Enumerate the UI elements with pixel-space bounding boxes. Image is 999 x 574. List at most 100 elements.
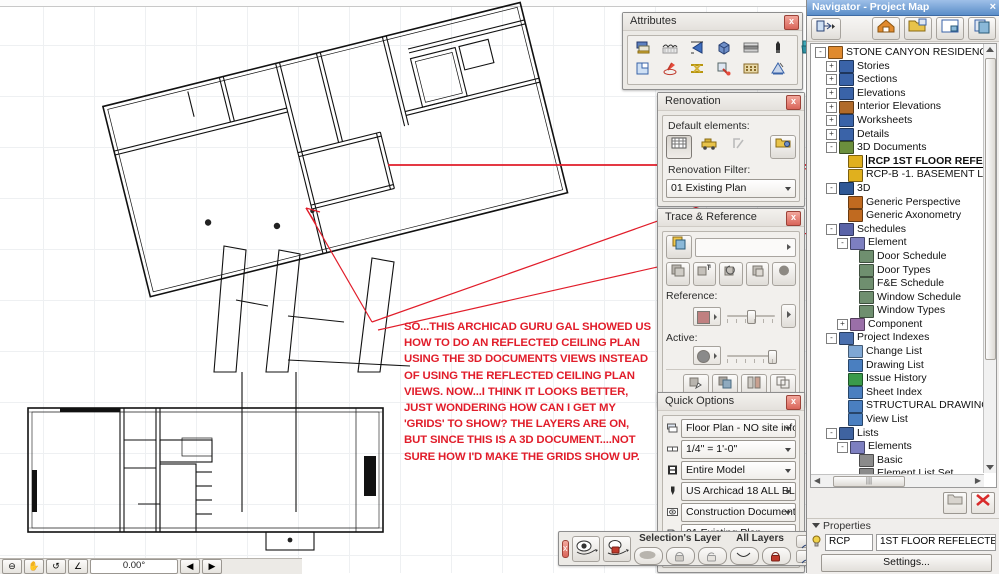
reference-more-button[interactable] [781, 304, 796, 328]
measure-icon[interactable]: ∠ [68, 559, 88, 574]
reference-field[interactable] [695, 237, 796, 257]
scroll-left-icon[interactable]: ◀ [814, 476, 820, 485]
tree-item-stone-canyon-residence[interactable]: - STONE CANYON RESIDENCE [811, 46, 983, 60]
tree-item-schedules[interactable]: - Schedules [811, 223, 983, 237]
close-icon[interactable]: x [786, 395, 801, 410]
tree-item-structural-drawing-i[interactable]: STRUCTURAL DRAWING I [811, 399, 983, 413]
pan-icon[interactable]: ✋ [24, 559, 44, 574]
composites-icon[interactable] [739, 39, 763, 61]
expand-icon[interactable]: + [826, 128, 837, 140]
tree-item-elements[interactable]: - Elements [811, 440, 983, 454]
settings-button[interactable]: Settings... [821, 554, 992, 572]
expand-icon[interactable]: + [826, 88, 837, 100]
pen-sets-icon[interactable] [685, 39, 709, 61]
scroll-thumb-horizontal[interactable]: ||| [833, 476, 905, 487]
close-icon[interactable]: x [786, 95, 801, 110]
mep-systems-icon[interactable] [685, 60, 709, 82]
expand-icon[interactable]: + [837, 319, 848, 331]
tree-item-sections[interactable]: + Sections [811, 73, 983, 87]
zone-categories-icon[interactable] [658, 60, 682, 82]
tree-item-drawing-list[interactable]: Drawing List [811, 359, 983, 373]
tree-nodes[interactable]: - STONE CANYON RESIDENCE + Stories + Sections… [811, 44, 983, 481]
chevron-down-icon[interactable] [812, 523, 820, 528]
close-icon[interactable]: x [786, 211, 801, 226]
collapse-icon[interactable]: - [837, 237, 848, 249]
unlock-layer-icon[interactable] [697, 546, 727, 565]
renovation-palette[interactable]: Renovation x Default elements: Renovatio… [657, 92, 805, 207]
layout-book-icon[interactable] [936, 17, 964, 40]
expand-icon[interactable]: + [826, 101, 837, 113]
tree-item-stories[interactable]: + Stories [811, 60, 983, 74]
tree-item-component[interactable]: + Component [811, 318, 983, 332]
active-color-swatch[interactable] [693, 346, 721, 365]
zoom-out-icon[interactable]: ⊖ [2, 559, 22, 574]
tree-item-3d-documents[interactable]: - 3D Documents [811, 141, 983, 155]
line-types-icon[interactable] [766, 39, 790, 61]
unlock-all-layers-icon[interactable] [761, 546, 791, 565]
tree-vertical-scrollbar[interactable] [983, 44, 996, 473]
navigator-panel[interactable]: Navigator - Project Map × - STONE CANYON … [806, 0, 999, 574]
quick-layers-toolbar[interactable]: x Selection's Layer All Layers [558, 531, 818, 566]
move-reference-icon[interactable] [692, 262, 717, 286]
new-folder-icon[interactable] [943, 492, 967, 514]
project-map-icon[interactable] [872, 17, 900, 40]
collapse-icon[interactable]: - [826, 224, 837, 236]
profile-manager-icon[interactable] [631, 60, 655, 82]
close-icon[interactable]: x [784, 15, 799, 30]
properties-header[interactable]: Properties [807, 519, 999, 533]
navigator-footer-buttons[interactable] [943, 492, 995, 514]
tree-horizontal-scrollbar[interactable]: ◀ ||| ▶ [811, 474, 984, 487]
collapse-icon[interactable]: - [826, 427, 837, 439]
expand-icon[interactable]: + [826, 74, 837, 86]
quick-layers-eye-icon[interactable] [571, 535, 600, 562]
tree-item-f-e-schedule[interactable]: F&E Schedule [811, 277, 983, 291]
show-reference-icon[interactable] [666, 262, 690, 286]
demolished-element-icon[interactable] [726, 135, 752, 159]
collapse-icon[interactable]: - [826, 183, 837, 195]
tree-item-rcp-1st-floor-refele[interactable]: RCP 1ST FLOOR REFELE [811, 154, 983, 169]
fill-types-icon[interactable] [658, 39, 682, 61]
tree-item-change-list[interactable]: Change List [811, 345, 983, 359]
tree-item-window-types[interactable]: Window Types [811, 304, 983, 318]
scale-select[interactable]: 1/4" = 1'-0" [681, 440, 796, 459]
tree-item-generic-axonometry[interactable]: Generic Axonometry [811, 209, 983, 223]
tree-item-basic[interactable]: Basic [811, 454, 983, 468]
model-view-options-select[interactable]: Construction Document... [681, 503, 796, 522]
close-icon[interactable]: x [562, 539, 569, 558]
tree-item-3d[interactable]: - 3D [811, 182, 983, 196]
collapse-icon[interactable]: - [837, 441, 848, 453]
nav-previous-icon[interactable]: ◀ [180, 559, 200, 574]
tree-item-door-schedule[interactable]: Door Schedule [811, 250, 983, 264]
pen-set-select[interactable]: US Archicad 18 ALL BLA... [681, 482, 796, 501]
active-opacity-slider[interactable] [727, 349, 777, 364]
publish-icon[interactable] [811, 17, 841, 40]
choose-reference-icon[interactable] [666, 235, 692, 259]
tree-item-details[interactable]: + Details [811, 128, 983, 142]
tree-item-project-indexes[interactable]: - Project Indexes [811, 331, 983, 345]
building-materials-icon[interactable] [712, 39, 736, 61]
layer-settings-icon[interactable] [631, 39, 655, 61]
properties-section[interactable]: Properties RCP 1ST FLOOR REFELECTED CEIL… [807, 518, 999, 574]
layer-combination-select[interactable]: Floor Plan - NO site info... [681, 419, 796, 438]
scroll-thumb[interactable] [985, 58, 996, 360]
reference-opacity-slider[interactable] [727, 309, 775, 324]
show-all-layers-icon[interactable] [729, 546, 759, 565]
view-navigation-toolbar[interactable]: ⊖ ✋ ↺ ∠ 0.00° ◀ ▶ [0, 558, 302, 574]
partial-structure-select[interactable]: Entire Model [681, 461, 796, 480]
city-icon[interactable] [739, 60, 763, 82]
markup-styles-icon[interactable] [712, 60, 736, 82]
trace-reference-palette[interactable]: Trace & Reference x Reference: Active: [657, 208, 805, 407]
lock-layer-icon[interactable] [665, 546, 695, 565]
expand-icon[interactable]: + [826, 60, 837, 72]
reference-color-icon[interactable] [772, 262, 796, 286]
tree-item-sheet-index[interactable]: Sheet Index [811, 386, 983, 400]
tree-item-lists[interactable]: - Lists [811, 427, 983, 441]
collapse-icon[interactable]: - [826, 142, 837, 154]
publisher-sets-icon[interactable] [968, 17, 996, 40]
expand-icon[interactable]: + [826, 115, 837, 127]
delete-icon[interactable] [971, 492, 995, 514]
new-element-icon[interactable] [696, 135, 722, 159]
rotate-reference-icon[interactable] [719, 262, 743, 286]
attribute-manager-icon[interactable] [766, 60, 790, 82]
tree-item-worksheets[interactable]: + Worksheets [811, 114, 983, 128]
